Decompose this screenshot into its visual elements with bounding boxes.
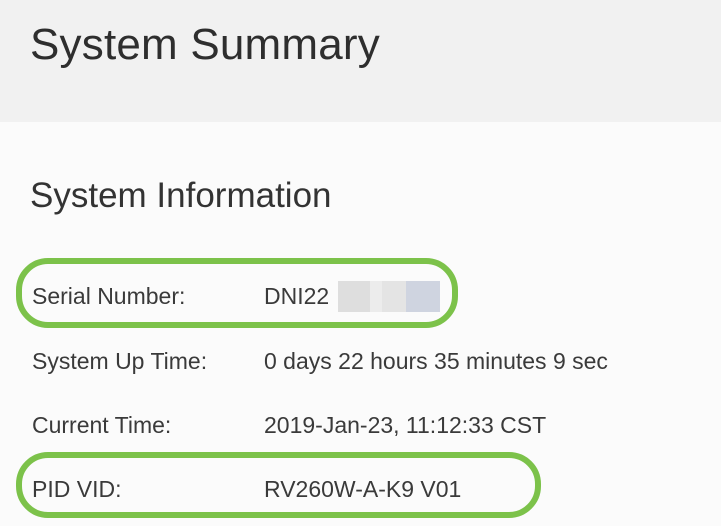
pid-vid-row: PID VID: RV260W-A-K9 V01 bbox=[0, 468, 721, 508]
pid-vid-value: RV260W-A-K9 V01 bbox=[264, 476, 462, 502]
system-up-time-label: System Up Time: bbox=[32, 348, 208, 374]
pid-vid-label: PID VID: bbox=[32, 476, 122, 502]
redaction-mask bbox=[338, 281, 370, 312]
current-time-label: Current Time: bbox=[32, 412, 172, 438]
current-time-row: Current Time: 2019-Jan-23, 11:12:33 CST bbox=[0, 404, 721, 444]
page-header: System Summary bbox=[0, 0, 721, 122]
serial-number-value: DNI22 bbox=[264, 283, 330, 309]
serial-number-label: Serial Number: bbox=[32, 283, 186, 309]
redaction-mask bbox=[370, 281, 382, 312]
section-title: System Information bbox=[30, 176, 332, 215]
serial-number-row: Serial Number: DNI22 bbox=[0, 275, 721, 315]
system-up-time-value: 0 days 22 hours 35 minutes 9 sec bbox=[264, 348, 608, 374]
system-information-section: System Information Serial Number: DNI22 … bbox=[0, 122, 721, 526]
redaction-mask bbox=[406, 281, 440, 312]
system-summary-page: System Summary System Information Serial… bbox=[0, 0, 721, 526]
current-time-value: 2019-Jan-23, 11:12:33 CST bbox=[264, 412, 547, 438]
redaction-mask bbox=[382, 281, 406, 312]
system-up-time-row: System Up Time: 0 days 22 hours 35 minut… bbox=[0, 340, 721, 380]
page-title: System Summary bbox=[30, 20, 380, 69]
